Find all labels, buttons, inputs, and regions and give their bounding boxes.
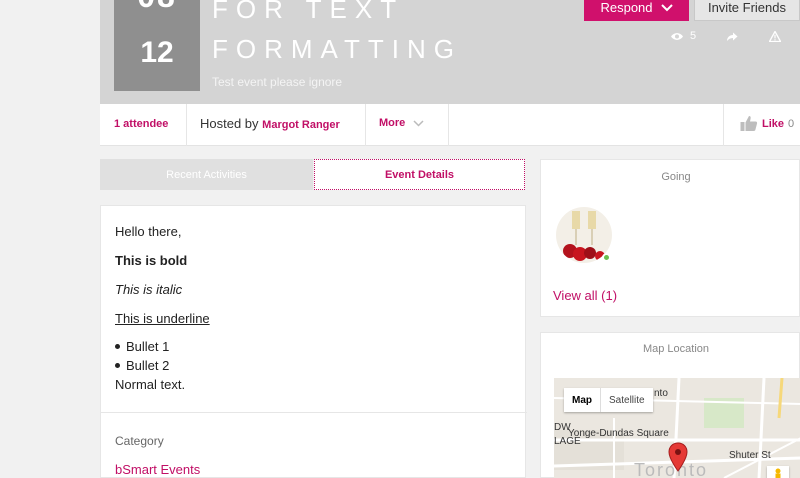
eye-icon [671,32,683,40]
list-item: Bullet 2 [115,358,169,373]
event-title-line1: FOR TEXT [212,0,405,24]
view-all-attendees-link[interactable]: View all (1) [553,288,617,303]
hosted-by-label: Hosted by [200,116,259,131]
list-item: Bullet 1 [115,339,169,354]
map-label-lage: LAGE [554,436,581,447]
warning-icon [768,30,782,43]
tab-recent-label: Recent Activities [166,168,247,181]
like-count: 0 [788,117,795,130]
share-button[interactable] [726,29,738,47]
category-link[interactable]: bSmart Events [115,462,200,477]
event-title-line2: FORMATTING [212,34,462,64]
category-label: Category [115,434,164,448]
more-dropdown[interactable]: More [379,117,424,129]
like-button[interactable]: Like 0 [740,115,794,132]
attendees-link[interactable]: 1 attendee [114,118,168,130]
details-normal-text: Normal text. [115,377,186,392]
hosted-by: Hosted by Margot Ranger [200,116,340,131]
map-label-toronto: nto [654,388,668,399]
divider [723,104,724,146]
respond-label: Respond [600,0,653,15]
views-count: 5 [690,30,697,42]
bullet-dot [115,363,120,368]
bullet-text: Bullet 1 [126,339,170,354]
report-button[interactable] [768,29,782,47]
chevron-down-icon [660,3,673,11]
chevron-down-icon [413,119,424,127]
map-location-card: Map Location Map Satellite nto Yonge-Dun… [540,332,800,478]
tab-event-details[interactable]: Event Details [314,159,525,190]
details-bold-text: This is bold [115,253,188,268]
details-italic-text: This is italic [115,282,183,297]
event-details-card: Hello there, This is bold This is italic… [100,205,527,478]
tab-details-label: Event Details [384,168,455,181]
like-label: Like [762,117,785,130]
bullet-text: Bullet 2 [126,358,170,373]
tab-recent-activities[interactable]: Recent Activities [100,159,313,190]
event-date-day: 12 [140,36,174,69]
divider [365,104,366,146]
more-label: More [379,117,406,129]
going-title: Going [661,171,691,183]
host-name-link[interactable]: Margot Ranger [262,119,340,131]
map-type-toggle: Map Satellite [564,388,653,412]
divider [101,412,527,413]
event-date-month: 08 [114,0,200,15]
thumbs-up-icon [740,116,758,131]
details-underline-text: This is underline [115,311,210,326]
street-view-pegman-button[interactable] [767,466,789,478]
bullet-dot [115,344,120,349]
event-subtitle: Test event please ignore [212,75,343,89]
going-card: Going View all (1) [540,159,800,317]
map-label-shuter: Shuter St [729,450,771,461]
divider [448,104,449,146]
invite-friends-button[interactable]: Invite Friends [694,0,800,21]
pegman-icon [775,468,781,478]
event-date-badge: 08 12 [114,0,200,91]
online-status-indicator [602,253,611,262]
map-label-square: Yonge-Dundas Square [568,428,669,439]
invite-label: Invite Friends [707,0,787,15]
map-label-dw: DW [554,422,571,433]
respond-button[interactable]: Respond [584,0,689,21]
location-pin-icon [668,442,688,472]
map-title: Map Location [642,343,710,355]
map-view[interactable]: Map Satellite nto Yonge-Dundas Square Sh… [554,378,800,478]
event-info-bar: 1 attendee Hosted by Margot Ranger More … [100,104,800,146]
share-icon [727,32,738,41]
details-greeting: Hello there, [115,224,182,239]
divider [186,104,187,146]
map-type-map-button[interactable]: Map [564,388,601,412]
views-stat: 5 [670,30,696,42]
map-type-satellite-button[interactable]: Satellite [601,388,653,412]
